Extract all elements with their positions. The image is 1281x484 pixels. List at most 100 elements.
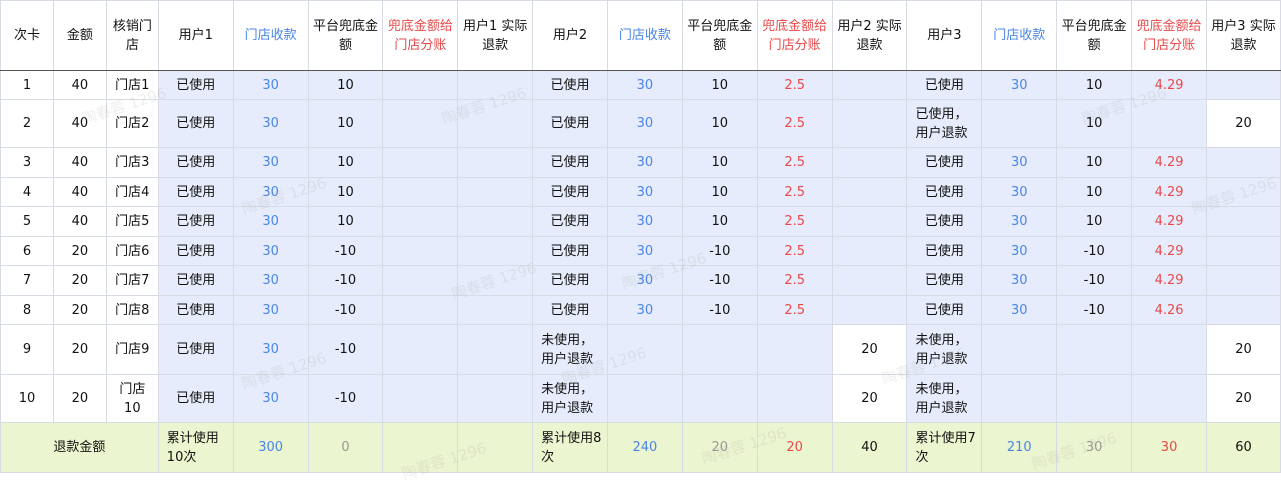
table-cell: 1 [0, 70, 54, 100]
table-cell: 20 [52, 324, 107, 375]
table-cell: -10 [307, 236, 384, 266]
table-cell: 30 [232, 324, 309, 375]
table-cell: 门店7 [105, 265, 159, 296]
table-cell: 30 [232, 295, 309, 325]
total-cell: 300 [232, 422, 309, 473]
table-cell: 20 [831, 324, 908, 375]
table-cell: 40 [52, 177, 107, 207]
settlement-table: 次卡 金额 核销门店 用户1 门店收款 平台兜底金额 兜底金额给门店分账 用户1… [0, 0, 1281, 473]
table-cell: 已使用 [906, 147, 983, 178]
total-cell: 40 [831, 422, 908, 473]
header-cell: 用户1 [157, 0, 234, 71]
table-cell: 30 [232, 374, 309, 423]
table-cell: 已使用 [157, 177, 234, 207]
table-cell: 4.29 [1131, 177, 1208, 207]
table-cell: 门店10 [105, 374, 159, 423]
table-cell: 30 [232, 177, 309, 207]
header-cell: 金额 [52, 0, 107, 71]
table-cell [681, 374, 758, 423]
table-cell: 20 [52, 295, 107, 325]
table-cell: 门店3 [105, 147, 159, 178]
table-cell [382, 374, 459, 423]
table-cell [1131, 99, 1208, 148]
total-cell [457, 422, 534, 473]
table-cell: 20 [52, 265, 107, 296]
table-row: 1 40 门店1 已使用 30 10 已使用 30 10 2.5 已使用 30 10 4.29 [0, 70, 1281, 100]
table-cell: 已使用 [906, 206, 983, 237]
table-cell [681, 324, 758, 375]
table-cell: 已使用 [906, 70, 983, 100]
table-cell [457, 147, 534, 178]
table-cell: -10 [307, 374, 384, 423]
header-cell: 平台兜底金额 [307, 0, 384, 71]
table-cell: 已使用 [906, 236, 983, 266]
table-cell [382, 70, 459, 100]
table-cell: 2.5 [756, 236, 833, 266]
table-cell [981, 99, 1058, 148]
table-cell: 4.29 [1131, 147, 1208, 178]
table-cell [1206, 177, 1281, 207]
table-cell [1131, 324, 1208, 375]
table-cell [457, 236, 534, 266]
table-cell: 已使用 [532, 295, 608, 325]
table-cell: 门店2 [105, 99, 159, 148]
table-cell: 30 [607, 295, 683, 325]
table-cell [831, 206, 908, 237]
table-cell: 10 [1056, 206, 1133, 237]
header-cell: 次卡 [0, 0, 54, 71]
header-cell: 用户3 [906, 0, 983, 71]
table-cell: 已使用 [157, 99, 234, 148]
table-cell: 30 [232, 99, 309, 148]
table-cell: 门店1 [105, 70, 159, 100]
table-cell: 30 [607, 236, 683, 266]
table-cell: -10 [307, 265, 384, 296]
total-cell: 240 [607, 422, 683, 473]
table-cell: 10 [681, 206, 758, 237]
header-cell: 兜底金额给门店分账 [382, 0, 459, 71]
table-cell: 10 [307, 177, 384, 207]
table-cell: 门店8 [105, 295, 159, 325]
table-cell: 未使用，用户退款 [532, 374, 608, 423]
table-cell: 10 [681, 99, 758, 148]
table-cell: 30 [232, 265, 309, 296]
table-cell [382, 236, 459, 266]
table-cell: 门店9 [105, 324, 159, 375]
table-cell [457, 177, 534, 207]
table-cell [382, 147, 459, 178]
table-cell: 2.5 [756, 265, 833, 296]
table-cell: 已使用，用户退款 [906, 99, 983, 148]
table-cell: 20 [831, 374, 908, 423]
table-cell [831, 147, 908, 178]
table-cell: 门店4 [105, 177, 159, 207]
table-cell: 门店5 [105, 206, 159, 237]
table-cell: 10 [307, 206, 384, 237]
table-cell: 20 [1206, 99, 1281, 148]
table-cell: 9 [0, 324, 54, 375]
header-cell: 用户1 实际退款 [457, 0, 534, 71]
table-cell: -10 [681, 265, 758, 296]
table-cell: 30 [232, 70, 309, 100]
header-cell: 平台兜底金额 [1056, 0, 1133, 71]
total-cell: 累计使用10次 [157, 422, 234, 473]
table-cell: 30 [607, 265, 683, 296]
table-cell [831, 236, 908, 266]
table-cell: 10 [681, 177, 758, 207]
table-cell: 2.5 [756, 177, 833, 207]
table-cell [831, 177, 908, 207]
table-cell: 10 [1056, 177, 1133, 207]
table-cell: 2.5 [756, 206, 833, 237]
table-cell [756, 374, 833, 423]
table-cell: 已使用 [532, 177, 608, 207]
header-row: 次卡 金额 核销门店 用户1 门店收款 平台兜底金额 兜底金额给门店分账 用户1… [0, 0, 1281, 71]
table-cell: 已使用 [532, 206, 608, 237]
table-cell: 30 [981, 147, 1058, 178]
table-cell: 未使用，用户退款 [906, 374, 983, 423]
table-cell: 3 [0, 147, 54, 178]
table-cell: 4.29 [1131, 70, 1208, 100]
table-cell [457, 99, 534, 148]
table-cell: 已使用 [157, 147, 234, 178]
header-cell: 用户2 实际退款 [831, 0, 908, 71]
table-cell [1206, 206, 1281, 237]
table-cell: 10 [681, 147, 758, 178]
table-cell [457, 295, 534, 325]
